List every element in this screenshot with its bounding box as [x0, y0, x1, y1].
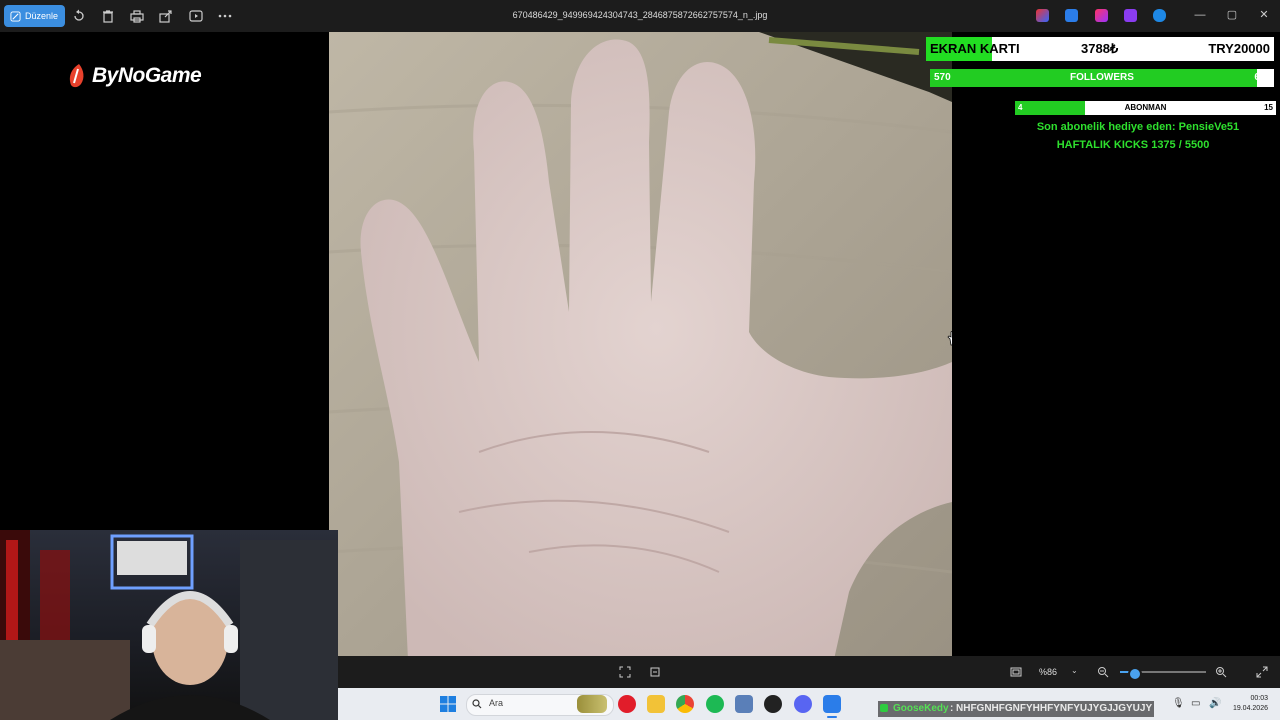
image-canvas[interactable] [329, 32, 952, 656]
title-bar: Düzenle 670486429_949969424304743_284687… [0, 0, 1280, 32]
maximize-icon[interactable]: ▢ [1225, 8, 1239, 22]
search-label: Ara [489, 698, 504, 708]
followers-bar: 570 FOLLOWERS 600 [930, 69, 1274, 87]
clipchamp-icon[interactable] [1124, 9, 1137, 22]
chevron-down-icon[interactable]: ⌄ [1071, 666, 1078, 675]
subscribers-target: 15 [1264, 103, 1273, 112]
subscribers-bar: 4 ABONMAN 15 [1015, 101, 1276, 115]
chat-username: GooseKedy [893, 703, 949, 714]
active-app-indicator [827, 716, 837, 718]
donation-goal-bar: EKRAN KARTI 3788₺ TRY20000 [926, 37, 1274, 61]
goal-title: EKRAN KARTI [930, 41, 1020, 56]
close-icon[interactable]: ✕ [1257, 8, 1271, 22]
logo-mark-icon [69, 64, 84, 88]
zoom-level[interactable]: %86 [1039, 667, 1057, 677]
fit-window-icon[interactable] [1010, 666, 1022, 678]
spotify-icon[interactable] [706, 695, 724, 713]
discord-icon[interactable] [794, 695, 812, 713]
widgets-icon[interactable] [577, 695, 607, 713]
actual-size-icon[interactable] [649, 666, 661, 678]
photos-app-icon[interactable] [823, 695, 841, 713]
design-icon[interactable] [1095, 9, 1108, 22]
volume-icon[interactable]: 🔊 [1209, 698, 1221, 709]
followers-target: 600 [1254, 72, 1271, 83]
last-gift-text: Son abonelik hediye eden: PensieVe51 [1036, 121, 1240, 133]
system-clock[interactable]: 00:03 19.04.2026 [1228, 694, 1268, 714]
fit-view-icon[interactable] [619, 666, 631, 678]
zoom-in-icon[interactable] [1215, 666, 1227, 678]
zoom-out-icon[interactable] [1097, 666, 1109, 678]
chrome-icon[interactable] [676, 695, 694, 713]
file-name: 670486429_949969424304743_28468758726627… [512, 10, 768, 20]
webcam-feed [0, 530, 338, 720]
clock-date: 19.04.2026 [1232, 705, 1268, 712]
network-icon[interactable]: ▭ [1191, 698, 1200, 709]
weekly-kicks-text: HAFTALIK KICKS 1375 / 5500 [1056, 139, 1210, 151]
fullscreen-icon[interactable] [1256, 666, 1268, 678]
copilot-icon[interactable] [1036, 9, 1049, 22]
onedrive-icon[interactable] [1153, 9, 1166, 22]
windows-start-icon[interactable] [440, 696, 456, 712]
clock-time: 00:03 [1250, 695, 1268, 702]
chat-separator: : [950, 703, 954, 714]
goal-target: TRY20000 [1208, 41, 1270, 56]
minimize-icon[interactable]: — [1193, 8, 1207, 22]
bynogame-logo: ByNoGame [66, 61, 202, 91]
search-icon [472, 699, 482, 709]
hand-photo [329, 32, 952, 656]
media-player-icon[interactable] [618, 695, 636, 713]
followers-label: FOLLOWERS [1070, 72, 1134, 83]
settings-app-icon[interactable] [735, 695, 753, 713]
subscribers-label: ABONMAN [1124, 103, 1167, 112]
file-explorer-icon[interactable] [647, 695, 665, 713]
chat-message-text: NHFGNHFGNFYHHFYNFYUJYGJJGYUJY [956, 703, 1153, 714]
goal-current: 3788₺ [1081, 41, 1119, 56]
microphone-icon[interactable]: 🎙 [1172, 698, 1185, 709]
editor-icon[interactable] [1065, 9, 1078, 22]
hand-cursor-icon [947, 330, 952, 346]
zoom-slider-thumb[interactable] [1127, 667, 1142, 681]
logo-text: ByNoGame [92, 64, 202, 87]
obs-icon[interactable] [764, 695, 782, 713]
chat-badge-icon [880, 704, 888, 712]
